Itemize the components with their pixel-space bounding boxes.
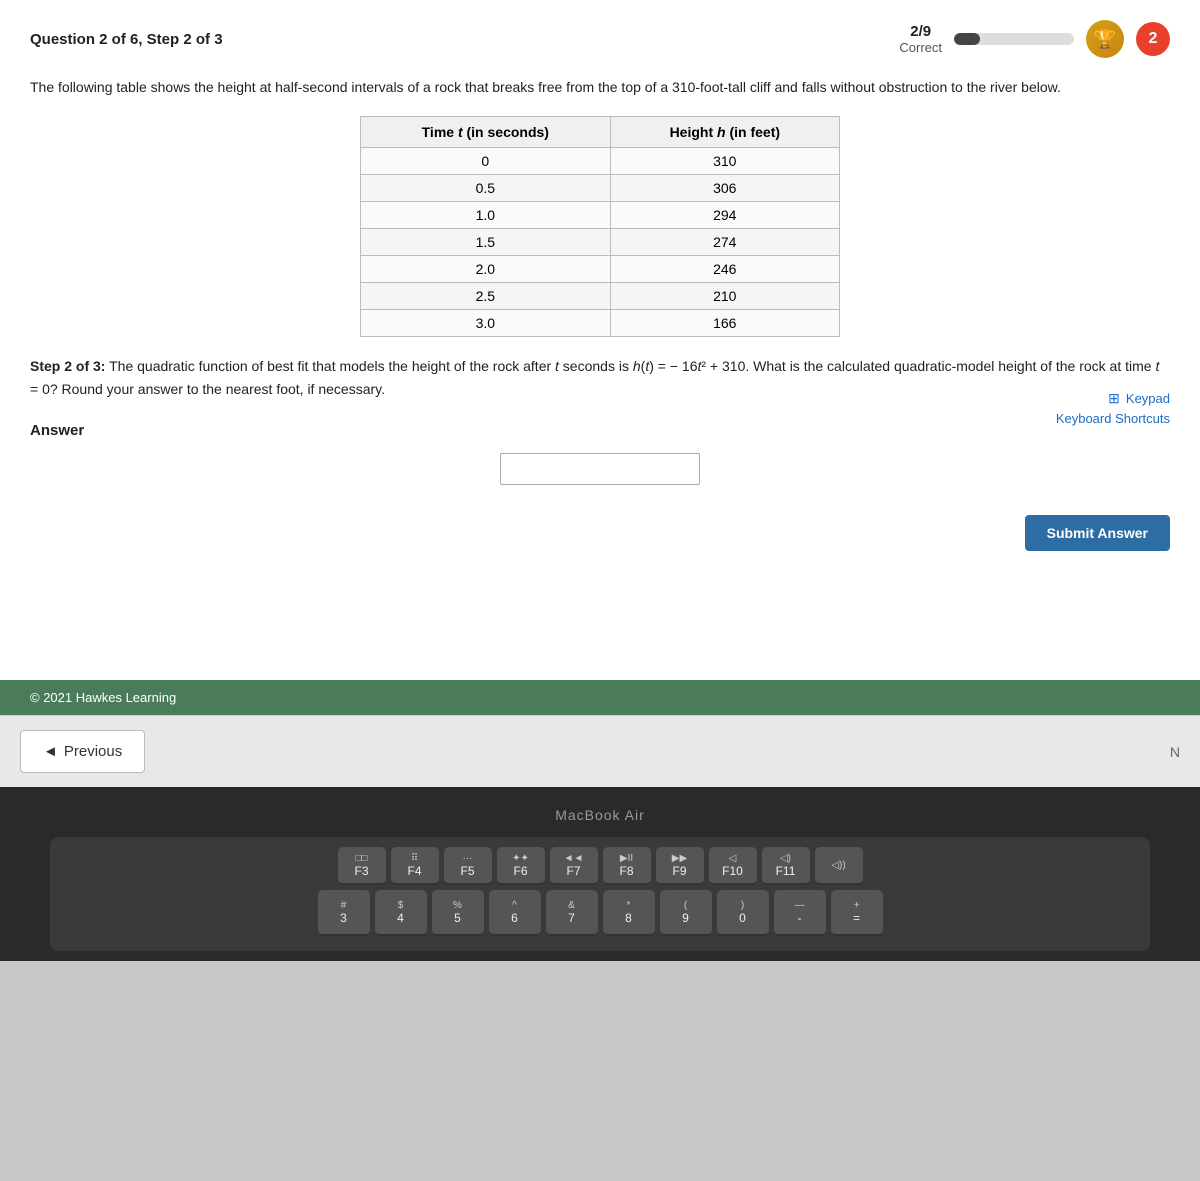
step-text: Step 2 of 3: The quadratic function of b…: [30, 355, 1170, 400]
table-row: 1.0294: [361, 202, 840, 229]
question-intro: The following table shows the height at …: [30, 76, 1170, 98]
next-label: N: [1170, 744, 1180, 760]
keypad-links: ⊞ Keypad Keyboard Shortcuts: [1056, 390, 1170, 430]
table-cell-time: 3.0: [361, 310, 611, 337]
previous-button[interactable]: ◄ Previous: [20, 730, 145, 773]
table-cell-time: 1.5: [361, 229, 611, 256]
answer-input-container: [30, 453, 1170, 485]
answer-section: Answer Submit Answer: [30, 422, 1170, 551]
score-label: Correct: [899, 40, 942, 55]
table-cell-height: 210: [610, 283, 839, 310]
table-cell-height: 166: [610, 310, 839, 337]
table-col1-header: Time t (in seconds): [361, 117, 611, 148]
attempt-badge: 2: [1136, 22, 1170, 56]
key-f9[interactable]: ▶▶ F9: [656, 847, 704, 885]
table-row: 2.5210: [361, 283, 840, 310]
key-f4[interactable]: ⠿ F4: [391, 847, 439, 885]
table-cell-time: 0: [361, 148, 611, 175]
table-cell-height: 246: [610, 256, 839, 283]
footer-bar: © 2021 Hawkes Learning: [0, 680, 1200, 715]
question-label: Question 2 of 6, Step 2 of 3: [30, 31, 223, 48]
key-f3[interactable]: □□ F3: [338, 847, 386, 885]
data-table: Time t (in seconds) Height h (in feet) 0…: [360, 116, 840, 337]
table-cell-height: 294: [610, 202, 839, 229]
table-cell-time: 1.0: [361, 202, 611, 229]
submit-btn-container: Submit Answer: [30, 515, 1170, 551]
table-cell-time: 0.5: [361, 175, 611, 202]
key-3[interactable]: # 3: [318, 890, 370, 936]
answer-input[interactable]: [500, 453, 700, 485]
table-cell-time: 2.0: [361, 256, 611, 283]
macbook-label: MacBook Air: [10, 807, 1190, 823]
key-6[interactable]: ^ 6: [489, 890, 541, 936]
key-equals[interactable]: + =: [831, 890, 883, 936]
step-prefix: Step 2 of 3:: [30, 358, 105, 374]
key-0[interactable]: ) 0: [717, 890, 769, 936]
previous-arrow: ◄: [43, 743, 58, 760]
step-description: The quadratic function of best fit that …: [30, 358, 1159, 396]
answer-label: Answer: [30, 422, 1170, 439]
score-text: 2/9: [899, 23, 942, 40]
key-4[interactable]: $ 4: [375, 890, 427, 936]
table-cell-time: 2.5: [361, 283, 611, 310]
table-row: 1.5274: [361, 229, 840, 256]
previous-label: Previous: [64, 743, 122, 760]
keypad-label: Keypad: [1126, 391, 1170, 406]
progress-bar-container: [954, 33, 1074, 45]
key-minus[interactable]: — -: [774, 890, 826, 936]
table-col2-header: Height h (in feet): [610, 117, 839, 148]
header-bar: Question 2 of 6, Step 2 of 3 2/9 Correct…: [30, 20, 1170, 58]
fn-key-row: □□ F3 ⠿ F4 ··· F5 ✦✦ F6 ◄◄ F7 ▶II F8: [58, 847, 1142, 885]
table-row: 0.5306: [361, 175, 840, 202]
achievement-icon: 🏆: [1086, 20, 1124, 58]
keyboard-shortcuts-link[interactable]: Keyboard Shortcuts: [1056, 411, 1170, 426]
table-row: 3.0166: [361, 310, 840, 337]
key-f6[interactable]: ✦✦ F6: [497, 847, 545, 885]
number-key-row: # 3 $ 4 % 5 ^ 6 & 7 * 8: [58, 890, 1142, 936]
table-cell-height: 274: [610, 229, 839, 256]
keyboard: □□ F3 ⠿ F4 ··· F5 ✦✦ F6 ◄◄ F7 ▶II F8: [50, 837, 1150, 951]
progress-bar-fill: [954, 33, 980, 45]
key-7[interactable]: & 7: [546, 890, 598, 936]
keypad-button[interactable]: ⊞ Keypad: [1056, 390, 1170, 407]
score-area: 2/9 Correct 🏆 2: [899, 20, 1170, 58]
key-8[interactable]: * 8: [603, 890, 655, 936]
keypad-icon: ⊞: [1108, 390, 1120, 407]
key-f11[interactable]: ◁) F11: [762, 847, 810, 885]
key-f5[interactable]: ··· F5: [444, 847, 492, 885]
key-9[interactable]: ( 9: [660, 890, 712, 936]
table-row: 0310: [361, 148, 840, 175]
table-row: 2.0246: [361, 256, 840, 283]
key-5[interactable]: % 5: [432, 890, 484, 936]
keyboard-shortcuts-label: Keyboard Shortcuts: [1056, 411, 1170, 426]
key-f7[interactable]: ◄◄ F7: [550, 847, 598, 885]
table-cell-height: 306: [610, 175, 839, 202]
submit-answer-button[interactable]: Submit Answer: [1025, 515, 1170, 551]
key-f10[interactable]: ◁ F10: [709, 847, 757, 885]
table-cell-height: 310: [610, 148, 839, 175]
key-f12[interactable]: ◁)): [815, 847, 863, 885]
main-content: Question 2 of 6, Step 2 of 3 2/9 Correct…: [0, 0, 1200, 680]
nav-bar: ◄ Previous N: [0, 715, 1200, 787]
copyright-text: © 2021 Hawkes Learning: [30, 690, 176, 705]
keyboard-area: MacBook Air □□ F3 ⠿ F4 ··· F5 ✦✦ F6 ◄◄ F…: [0, 787, 1200, 961]
key-f8[interactable]: ▶II F8: [603, 847, 651, 885]
